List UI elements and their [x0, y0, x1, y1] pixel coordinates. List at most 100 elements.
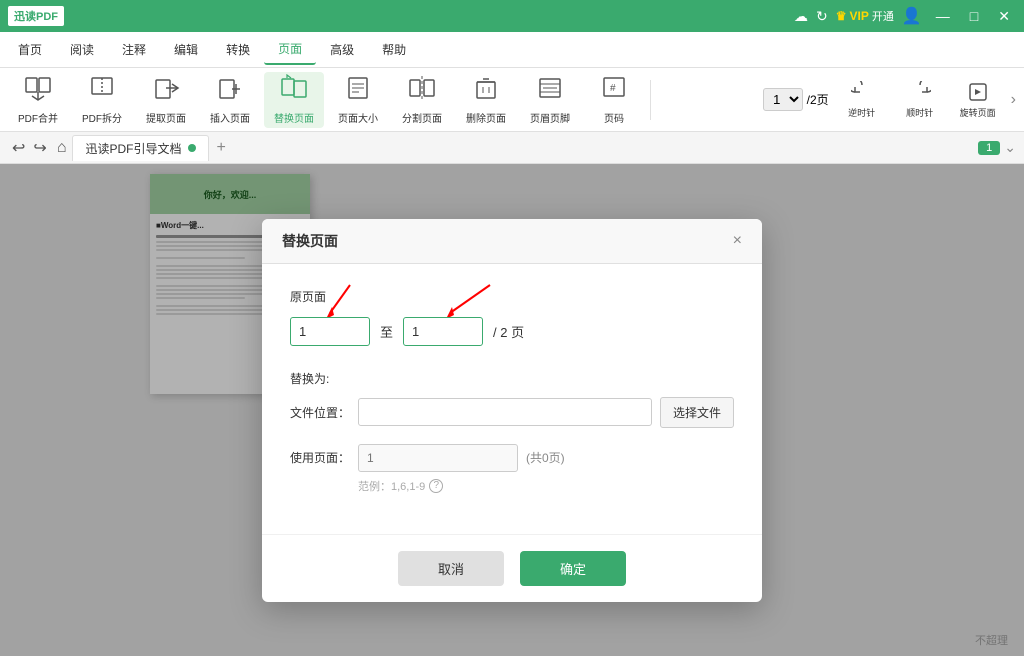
tabbar: ↩ ↪ ⌂ 迅读PDF引导文档 + 1 ⌄	[0, 132, 1024, 164]
extract-pages-label: 提取页面	[146, 110, 186, 125]
confirm-button[interactable]: 确定	[520, 551, 626, 586]
page-size-button[interactable]: 页面大小	[328, 72, 388, 128]
undo-button[interactable]: ↩	[8, 136, 29, 160]
header-footer-label: 页眉页脚	[530, 110, 570, 125]
clockwise-icon	[909, 81, 931, 106]
rotate-page-icon	[967, 81, 989, 106]
expand-icon[interactable]: ⌄	[1004, 139, 1016, 156]
use-pages-label: 使用页面：	[290, 449, 350, 466]
split-pages-button[interactable]: 分割页面	[392, 72, 452, 128]
close-window-button[interactable]: ✕	[992, 6, 1016, 27]
refresh-icon: ↻	[816, 8, 828, 25]
menu-annotate[interactable]: 注释	[108, 35, 160, 64]
page-number-label: 页码	[604, 110, 624, 125]
page-size-icon	[344, 74, 372, 108]
counterclockwise-label: 逆时针	[848, 106, 875, 119]
maximize-button[interactable]: □	[964, 6, 984, 26]
file-position-label: 文件位置：	[290, 404, 350, 421]
counterclockwise-button[interactable]: 逆时针	[837, 72, 887, 128]
pdf-merge-label: PDF合并	[18, 110, 58, 125]
dialog-title-text: 替换页面	[282, 231, 338, 251]
toolbar: PDF合并 PDF拆分 提取页面 插入页面	[0, 68, 1024, 132]
content-area: 你好，欢迎... ■Word一键...	[0, 164, 1024, 656]
pdf-merge-button[interactable]: PDF合并	[8, 72, 68, 128]
example-row: 范例：1,6,1-9 ?	[358, 478, 734, 494]
menubar: 首页 阅读 注释 编辑 转换 页面 高级 帮助	[0, 32, 1024, 68]
from-page-input[interactable]	[290, 317, 370, 346]
header-footer-icon	[536, 74, 564, 108]
dialog-footer: 取消 确定	[262, 534, 762, 602]
rotate-page-label: 旋转页面	[960, 106, 996, 119]
replace-pages-button[interactable]: 替换页面	[264, 72, 324, 128]
toolbar-expand-icon[interactable]: ›	[1011, 91, 1016, 109]
redo-button[interactable]: ↪	[29, 136, 50, 160]
split-pages-label: 分割页面	[402, 110, 442, 125]
extract-pages-button[interactable]: 提取页面	[136, 72, 196, 128]
insert-pages-icon	[216, 74, 244, 108]
counterclockwise-icon	[851, 81, 873, 106]
vip-badge[interactable]: ♛ VIP 开通	[836, 8, 894, 24]
split-pages-icon	[408, 74, 436, 108]
tab-document[interactable]: 迅读PDF引导文档	[72, 135, 208, 161]
svg-text:#: #	[610, 83, 616, 94]
page-range-section: 至 / 2 页	[290, 317, 734, 346]
menu-convert[interactable]: 转换	[212, 35, 264, 64]
page-range-row: 至 / 2 页	[290, 317, 734, 346]
user-icon[interactable]: 👤	[902, 6, 922, 26]
page-size-label: 页面大小	[338, 110, 378, 125]
select-file-button[interactable]: 选择文件	[660, 397, 734, 428]
minimize-button[interactable]: —	[930, 6, 956, 26]
page-number-icon: #	[600, 74, 628, 108]
replace-for-label: 替换为:	[290, 370, 734, 387]
menu-read[interactable]: 阅读	[56, 35, 108, 64]
to-text: 至	[380, 322, 393, 341]
tab-modified-dot	[188, 144, 196, 152]
insert-pages-label: 插入页面	[210, 110, 250, 125]
add-tab-button[interactable]: +	[209, 135, 234, 161]
delete-pages-button[interactable]: 删除页面	[456, 72, 516, 128]
menu-edit[interactable]: 编辑	[160, 35, 212, 64]
pdf-merge-icon	[24, 74, 52, 108]
delete-pages-icon	[472, 74, 500, 108]
pdf-split-label: PDF拆分	[82, 110, 122, 125]
clockwise-button[interactable]: 顺时针	[895, 72, 945, 128]
current-page-badge: 1	[978, 141, 1000, 155]
menu-advanced[interactable]: 高级	[316, 35, 368, 64]
use-pages-input[interactable]	[358, 444, 518, 472]
insert-pages-button[interactable]: 插入页面	[200, 72, 260, 128]
use-pages-row: 使用页面： (共0页)	[290, 444, 734, 472]
toolbar-divider	[650, 80, 651, 120]
page-select[interactable]: 1 2	[763, 88, 803, 111]
home-button[interactable]: ⌂	[51, 137, 73, 159]
example-text: 范例：1,6,1-9	[358, 478, 425, 494]
to-page-input[interactable]	[403, 317, 483, 346]
titlebar-left: 迅读PDF	[8, 6, 64, 26]
total-pages-text: / 2 页	[493, 322, 524, 341]
replace-pages-icon	[280, 74, 308, 108]
cancel-button[interactable]: 取消	[398, 551, 504, 586]
header-footer-button[interactable]: 页眉页脚	[520, 72, 580, 128]
cloud-icon: ☁	[794, 8, 808, 25]
app-logo: 迅读PDF	[8, 6, 64, 26]
menu-home[interactable]: 首页	[4, 35, 56, 64]
extract-pages-icon	[152, 74, 180, 108]
dialog-body: 原页面 至 /	[262, 264, 762, 534]
menu-page[interactable]: 页面	[264, 34, 316, 65]
modal-overlay: 替换页面 × 原页面	[0, 164, 1024, 656]
total-pages-label: /2页	[807, 91, 829, 108]
file-path-input[interactable]	[358, 398, 652, 426]
vip-text: VIP	[850, 9, 869, 23]
pdf-split-button[interactable]: PDF拆分	[72, 72, 132, 128]
rotate-page-button[interactable]: 旋转页面	[953, 72, 1003, 128]
page-number-button[interactable]: # 页码	[584, 72, 644, 128]
toolbar-right: 1 2 /2页 逆时针 顺时针	[763, 72, 1016, 128]
original-page-label: 原页面	[290, 288, 734, 305]
dialog-close-button[interactable]: ×	[733, 232, 742, 250]
menu-help[interactable]: 帮助	[368, 35, 420, 64]
file-position-row: 文件位置： 选择文件	[290, 397, 734, 428]
help-icon[interactable]: ?	[429, 479, 443, 493]
tab-label: 迅读PDF引导文档	[85, 140, 181, 157]
clockwise-label: 顺时针	[906, 106, 933, 119]
vip-icon: ♛	[836, 9, 847, 23]
page-nav: 1 2 /2页	[763, 88, 829, 111]
